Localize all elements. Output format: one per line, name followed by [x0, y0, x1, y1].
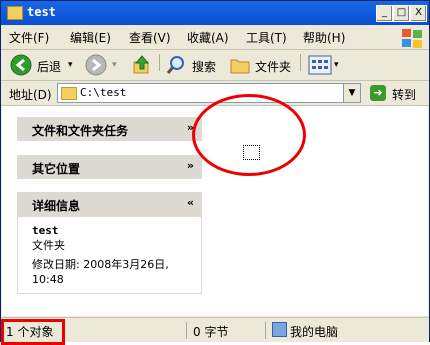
chevron-down-icon[interactable]: ▾ — [68, 60, 73, 70]
folders-icon[interactable] — [229, 55, 251, 75]
address-label: 地址(D) — [9, 88, 52, 102]
details-header[interactable]: 详细信息 « — [17, 192, 202, 216]
folders-button[interactable]: 文件夹 — [255, 58, 291, 75]
other-places-title: 其它位置 — [32, 162, 81, 176]
explorer-window: test _ □ X 文件(F) 编辑(E) 查看(V) 收藏(A) 工具(T)… — [0, 0, 430, 345]
toolbar-separator — [300, 54, 301, 71]
toolbar-separator — [159, 54, 160, 71]
chevron-double-down-icon[interactable]: » — [187, 159, 194, 172]
file-tasks-header[interactable]: 文件和文件夹任务 » — [17, 117, 202, 141]
minimize-button[interactable]: _ — [376, 5, 393, 22]
chevron-down-icon[interactable]: ▾ — [334, 60, 339, 70]
details-panel: 详细信息 « test 文件夹 修改日期: 2008年3月26日, 10:48 — [17, 192, 202, 294]
file-tasks-title: 文件和文件夹任务 — [32, 124, 129, 138]
back-button[interactable]: 后退 — [37, 58, 61, 75]
search-icon[interactable] — [165, 54, 187, 76]
search-button[interactable]: 搜索 — [192, 58, 216, 75]
chevron-double-up-icon[interactable]: « — [187, 196, 194, 209]
status-bar: 1 个对象 0 字节 我的电脑 — [1, 317, 429, 345]
status-separator — [265, 322, 266, 339]
up-icon[interactable] — [131, 54, 153, 76]
menu-bar: 文件(F) 编辑(E) 查看(V) 收藏(A) 工具(T) 帮助(H) — [1, 25, 429, 50]
address-value[interactable]: C:\test — [80, 86, 126, 99]
annotation-circle — [192, 94, 306, 176]
menu-help[interactable]: 帮助(H) — [303, 29, 345, 46]
details-title: 详细信息 — [32, 199, 81, 213]
task-pane: 文件和文件夹任务 » 其它位置 » 详细信息 « test 文件夹 修改日期: … — [2, 106, 211, 316]
close-button[interactable]: X — [410, 5, 427, 22]
status-size: 0 字节 — [193, 325, 229, 339]
address-input[interactable]: C:\test ▼ — [57, 83, 361, 103]
maximize-button[interactable]: □ — [393, 5, 410, 22]
computer-icon — [272, 322, 287, 337]
menu-favorites[interactable]: 收藏(A) — [187, 29, 229, 46]
chevron-down-icon[interactable]: ▾ — [112, 60, 117, 70]
menu-edit[interactable]: 编辑(E) — [70, 29, 111, 46]
title-bar: test _ □ X — [1, 1, 429, 25]
menu-file[interactable]: 文件(F) — [9, 29, 49, 46]
other-places-header[interactable]: 其它位置 » — [17, 155, 202, 179]
go-button[interactable]: 转到 — [392, 86, 416, 103]
details-body: test 文件夹 修改日期: 2008年3月26日, 10:48 — [17, 216, 202, 294]
windows-logo-icon — [402, 29, 422, 48]
window-title: test — [27, 5, 56, 19]
menu-view[interactable]: 查看(V) — [129, 29, 171, 46]
forward-icon[interactable] — [85, 54, 107, 76]
details-name: test — [32, 224, 59, 237]
views-icon[interactable] — [308, 55, 332, 75]
status-separator — [186, 322, 187, 339]
details-modified: 修改日期: 2008年3月26日, 10:48 — [32, 258, 169, 286]
status-location: 我的电脑 — [290, 325, 339, 339]
menu-tools[interactable]: 工具(T) — [246, 29, 287, 46]
back-icon[interactable] — [10, 54, 32, 76]
toolbar: 后退 ▾ ▾ 搜索 文件夹 ▾ — [1, 50, 429, 81]
chevron-down-icon[interactable]: ▼ — [343, 84, 360, 102]
file-tasks-panel: 文件和文件夹任务 » — [17, 117, 202, 141]
content-area[interactable]: 文件和文件夹任务 » 其它位置 » 详细信息 « test 文件夹 修改日期: … — [2, 94, 428, 316]
go-icon[interactable]: ➜ — [370, 85, 386, 101]
folder-icon — [7, 6, 23, 20]
selection-box — [243, 145, 260, 160]
annotation-box — [1, 319, 65, 345]
other-places-panel: 其它位置 » — [17, 155, 202, 179]
folder-icon — [61, 87, 77, 100]
details-type: 文件夹 — [32, 239, 65, 252]
